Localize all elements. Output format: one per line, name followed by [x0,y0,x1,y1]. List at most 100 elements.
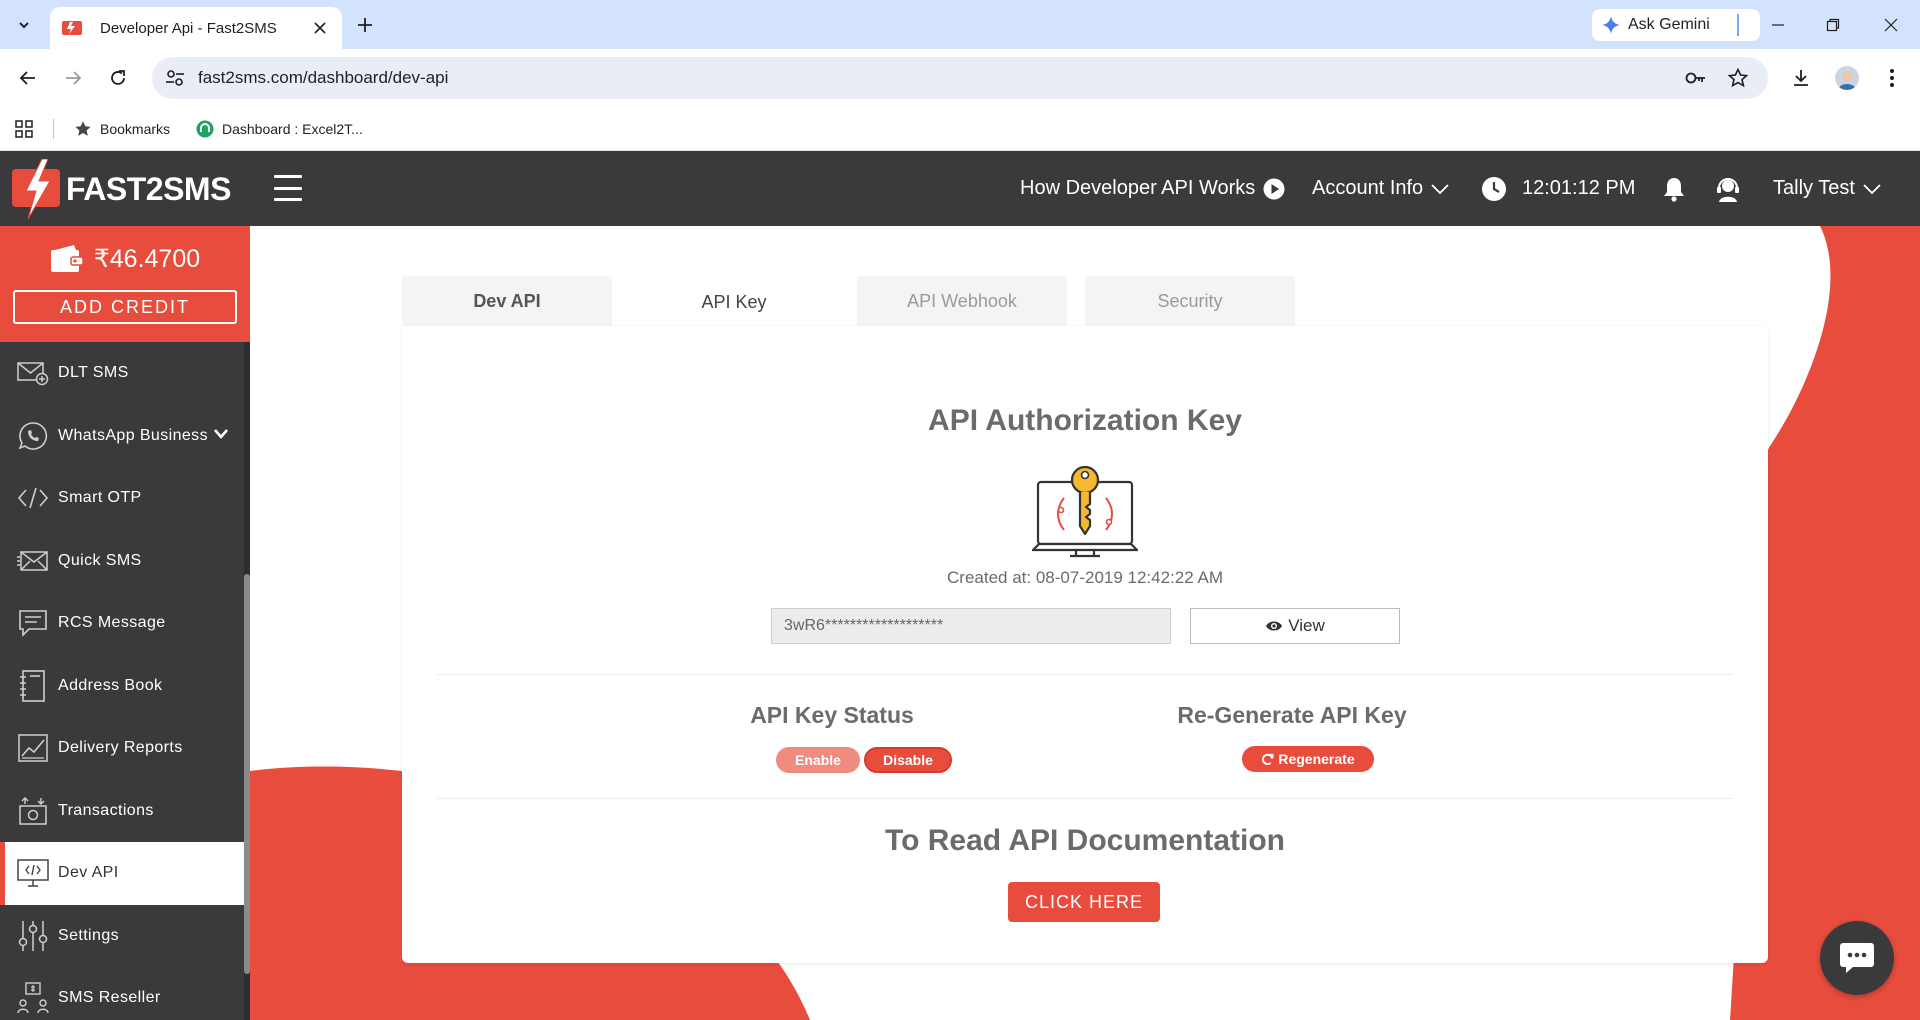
wallet-icon [50,245,84,272]
hamburger-line [274,198,302,201]
chevron-down-icon [214,428,228,439]
chart-icon [16,731,50,765]
api-key-input[interactable] [771,608,1171,644]
account-info-dropdown[interactable]: Account Info [1312,151,1449,226]
restore-button[interactable] [1818,12,1848,38]
tab-api-webhook[interactable]: API Webhook [857,276,1067,326]
sidebar-item-label: Address Book [58,676,163,694]
api-key-illustration-icon [1032,465,1138,558]
logo-bolt-icon [12,159,60,219]
bookmarks-bar: Bookmarks Dashboard : Excel2T... [0,107,1920,151]
view-key-button[interactable]: View [1190,608,1400,644]
disable-button[interactable]: Disable [864,747,952,773]
url-text: fast2sms.com/dashboard/dev-api [198,68,449,87]
key-icon [1685,72,1705,84]
sidebar-item-label: Dev API [58,864,119,882]
regenerate-title: Re-Generate API Key [1177,702,1407,728]
browser-tab-active[interactable]: Developer Api - Fast2SMS [50,7,342,49]
sidebar-item-label: Quick SMS [58,551,142,569]
sidebar-item-quick-sms[interactable]: Quick SMS [0,530,244,593]
sidebar-item-settings[interactable]: Settings [0,905,244,968]
add-credit-button[interactable]: ADD CREDIT [13,290,237,324]
chevron-down-icon [1431,183,1449,194]
sidebar-item-sms-reseller[interactable]: SMS Reseller [0,967,244,1020]
sidebar-item-dev-api[interactable]: Dev API [0,842,244,905]
downloads-button[interactable] [1787,64,1815,92]
divider [437,798,1733,799]
back-button[interactable] [14,64,42,92]
forward-button[interactable] [59,64,87,92]
user-menu-dropdown[interactable]: Tally Test [1773,151,1881,226]
sidebar-item-label: WhatsApp Business [58,426,208,444]
sidebar-item-label: Delivery Reports [58,739,183,757]
plus-icon [358,18,372,32]
sidebar-menu: DLT SMS WhatsApp Business Smart OTP Quic… [0,342,244,1020]
balance-amount: ₹46.4700 [93,245,201,273]
sidebar-item-label: DLT SMS [58,364,129,382]
tab-security[interactable]: Security [1085,276,1295,326]
live-chat-button[interactable] [1820,921,1894,995]
regenerate-label: Regenerate [1278,751,1355,767]
api-docs-button[interactable]: CLICK HERE [1008,882,1160,922]
user-name: Tally Test [1773,177,1855,199]
view-key-label: View [1288,616,1325,635]
bookmark-star-button[interactable] [1726,66,1750,90]
ask-gemini-button[interactable]: Ask Gemini [1592,9,1760,41]
regenerate-button[interactable]: Regenerate [1242,746,1374,772]
bookmark-item-bookmarks[interactable]: Bookmarks [74,117,170,141]
bookmark-label: Bookmarks [100,121,171,137]
notifications-button[interactable] [1660,175,1688,203]
clock-time-text: 12:01:12 PM [1522,177,1636,199]
bookmarks-separator [53,119,54,139]
browser-toolbar: fast2sms.com/dashboard/dev-api [0,49,1920,107]
how-api-works-link[interactable]: How Developer API Works [1020,151,1285,226]
sidebar-item-transactions[interactable]: Transactions [0,780,244,843]
divider [437,674,1733,675]
sidebar-item-delivery-reports[interactable]: Delivery Reports [0,717,244,780]
hamburger-line [274,175,302,178]
restore-icon [1826,18,1840,32]
fast2sms-favicon-icon [62,21,82,35]
sidebar-item-whatsapp-business[interactable]: WhatsApp Business [0,405,244,468]
hamburger-line [274,186,302,190]
address-bar[interactable]: fast2sms.com/dashboard/dev-api [152,57,1768,99]
envelope-plus-icon [16,356,50,390]
apps-grid-icon[interactable] [14,119,34,139]
close-tab-button[interactable] [310,18,330,38]
fast2sms-logo[interactable]: FAST2SMS [12,159,231,219]
gemini-separator [1737,14,1739,36]
reload-button[interactable] [104,64,132,92]
sidebar-item-rcs-message[interactable]: RCS Message [0,592,244,655]
eye-icon [1266,621,1283,631]
sidebar-item-smart-otp[interactable]: Smart OTP [0,467,244,530]
browser-menu-button[interactable] [1878,64,1906,92]
support-button[interactable] [1714,175,1742,203]
tab-search-button[interactable] [10,12,38,38]
sidebar-item-address-book[interactable]: Address Book [0,655,244,718]
clock-icon [1480,175,1508,203]
password-key-button[interactable] [1684,66,1708,90]
star-icon [75,121,91,136]
reseller-icon [16,981,50,1015]
minimize-button[interactable] [1763,12,1793,38]
bookmark-label: Dashboard : Excel2T... [222,121,363,137]
tab-api-key[interactable]: API Key [629,276,839,328]
new-tab-button[interactable] [352,12,378,38]
enable-button[interactable]: Enable [776,747,860,773]
profile-button[interactable] [1833,64,1861,92]
bell-icon [1664,178,1684,202]
bookmark-item-dashboard[interactable]: Dashboard : Excel2T... [196,117,363,141]
address-book-icon [16,669,50,703]
account-info-label: Account Info [1312,177,1424,199]
envelope-icon [16,544,50,578]
close-window-button[interactable] [1876,12,1906,38]
sidebar-item-dlt-sms[interactable]: DLT SMS [0,342,244,405]
reload-icon [111,70,125,85]
menu-toggle-button[interactable] [274,175,302,201]
api-key-title: API Authorization Key [928,404,1242,437]
star-outline-icon [1728,68,1748,88]
more-vertical-icon [1890,69,1894,87]
refresh-icon [1262,753,1274,765]
transactions-icon [16,794,50,828]
tab-dev-api[interactable]: Dev API [402,276,612,326]
